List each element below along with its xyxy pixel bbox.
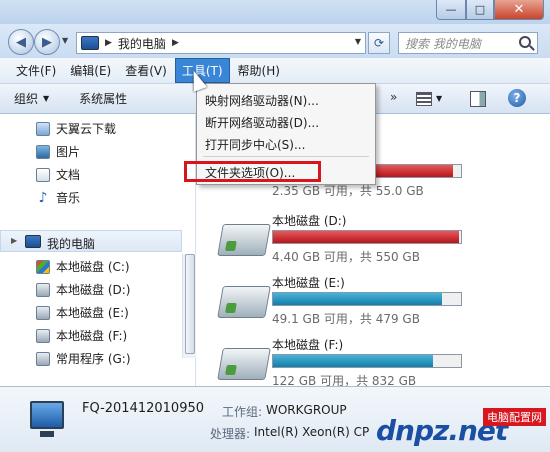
nav-item-label: 本地磁盘 (D:) [56, 283, 131, 297]
drive-tile-d[interactable]: 本地磁盘 (D:) 4.40 GB 可用，共 550 GB [216, 212, 516, 272]
watermark-badge: 电脑配置网 [483, 408, 546, 426]
nav-item-label: 图片 [56, 145, 81, 159]
maximize-button[interactable]: □ [466, 0, 494, 20]
forward-button[interactable]: ▶ [34, 29, 60, 55]
chevron-down-icon[interactable]: ▼ [436, 94, 442, 103]
nav-drive-e[interactable]: 本地磁盘 (E:) [36, 304, 129, 321]
search-icon[interactable] [519, 36, 531, 48]
nav-item-label: 本地磁盘 (C:) [56, 260, 130, 274]
nav-item-label: 音乐 [56, 191, 81, 205]
arrow-left-icon: ◀ [16, 34, 26, 50]
drive-usage-fill [273, 293, 443, 305]
nav-item-label: 本地磁盘 (F:) [56, 329, 128, 343]
computer-icon [81, 36, 99, 50]
nav-item-label: 天翼云下载 [56, 122, 117, 136]
expand-arrow-icon[interactable]: ▶ [11, 236, 17, 245]
back-button[interactable]: ◀ [8, 29, 34, 55]
workgroup-label: 工作组: [222, 405, 263, 419]
drive-usage-fill [273, 355, 433, 367]
nav-item-label: 本地磁盘 (E:) [56, 306, 129, 320]
menu-view[interactable]: 查看(V) [119, 59, 173, 82]
nav-scrollbar[interactable] [182, 254, 196, 358]
refresh-icon: ⟳ [373, 36, 385, 50]
menu-help[interactable]: 帮助(H) [232, 59, 286, 82]
nav-item-cloud-download[interactable]: 天翼云下载 [36, 120, 116, 137]
drive-tile-e[interactable]: 本地磁盘 (E:) 49.1 GB 可用，共 479 GB [216, 274, 516, 334]
chevron-right-icon[interactable]: ▶ [172, 38, 179, 48]
menu-item-disconnect-network-drive[interactable]: 断开网络驱动器(D)... [205, 114, 319, 131]
documents-icon [36, 167, 50, 182]
nav-drive-f[interactable]: 本地磁盘 (F:) [36, 327, 127, 344]
address-row: ◀ ▶ ▼ ▶ 我的电脑 ▶ ▼ ⟳ 搜索 我的电脑 [0, 24, 550, 58]
search-placeholder: 搜索 我的电脑 [405, 36, 481, 51]
drive-usage-bar [272, 354, 462, 368]
organize-label: 组织 [14, 92, 39, 106]
search-input[interactable]: 搜索 我的电脑 [398, 32, 538, 54]
music-icon: ♪ [38, 189, 48, 206]
drive-icon [36, 351, 50, 366]
nav-drive-g[interactable]: 常用程序 (G:) [36, 350, 131, 367]
computer-icon [25, 235, 41, 248]
arrow-right-icon: ▶ [42, 34, 52, 50]
nav-item-label: 文档 [56, 168, 81, 182]
drive-name: 本地磁盘 (F:) [272, 338, 344, 352]
watermark: dnpz.net 电脑配置网 [376, 408, 546, 452]
scrollbar-thumb[interactable] [185, 254, 195, 354]
drive-usage-fill [273, 231, 460, 243]
menu-bar: 文件(F) 编辑(E) 查看(V) 工具(T) 帮助(H) [0, 58, 550, 84]
address-bar[interactable]: ▶ 我的电脑 ▶ ▼ [76, 32, 366, 54]
nav-drive-c[interactable]: 本地磁盘 (C:) [36, 258, 130, 275]
nav-drive-d[interactable]: 本地磁盘 (D:) [36, 281, 130, 298]
preview-pane-icon[interactable] [470, 91, 486, 107]
organize-button[interactable]: 组织 ▼ [14, 90, 49, 107]
navigation-pane: 天翼云下载 图片 文档 ♪ 音乐 ▶ 我的电脑 本地磁盘 (C:) 本地磁盘 (D… [0, 114, 196, 386]
hard-drive-icon [217, 286, 271, 318]
drive-icon [36, 305, 50, 320]
menu-item-open-sync-center[interactable]: 打开同步中心(S)... [205, 136, 305, 153]
system-properties-button[interactable]: 系统属性 [79, 90, 127, 107]
hard-drive-icon [217, 348, 271, 380]
close-button[interactable]: ✕ [494, 0, 544, 20]
drive-icon [36, 282, 50, 297]
hard-drive-icon [217, 224, 271, 256]
chevron-right-icon[interactable]: ▶ [105, 38, 112, 48]
workgroup-value: WORKGROUP [266, 403, 347, 417]
chevron-down-icon[interactable]: ▼ [355, 37, 361, 46]
pictures-icon [36, 144, 50, 159]
nav-item-label: 常用程序 (G:) [56, 352, 131, 366]
nav-item-label: 我的电脑 [47, 237, 96, 251]
drive-usage-bar [272, 292, 462, 306]
drive-usage-bar [272, 230, 462, 244]
nav-item-documents[interactable]: 文档 [36, 166, 80, 183]
refresh-button[interactable]: ⟳ [368, 32, 390, 54]
drive-space-info: 49.1 GB 可用，共 479 GB [272, 312, 420, 326]
menu-edit[interactable]: 编辑(E) [64, 59, 117, 82]
chevron-down-icon: ▼ [43, 94, 50, 103]
drive-icon [36, 328, 50, 343]
menu-file[interactable]: 文件(F) [10, 59, 62, 82]
drive-name: 本地磁盘 (D:) [272, 214, 347, 228]
download-folder-icon [36, 121, 50, 136]
windows-drive-icon [36, 259, 50, 274]
drive-space-info: 4.40 GB 可用，共 550 GB [272, 250, 420, 264]
folder-options-highlight [184, 161, 321, 182]
cpu-value: Intel(R) Xeon(R) CP [254, 425, 370, 439]
recent-pages-dropdown[interactable]: ▼ [62, 36, 68, 45]
monitor-icon [30, 401, 64, 437]
nav-item-pictures[interactable]: 图片 [36, 143, 80, 160]
minimize-button[interactable]: — [436, 0, 466, 20]
drive-name: 本地磁盘 (E:) [272, 276, 345, 290]
computer-name: FQ-201412010950 [82, 401, 205, 416]
nav-item-music[interactable]: ♪ 音乐 [36, 189, 80, 206]
address-location[interactable]: 我的电脑 [118, 35, 166, 52]
more-commands-button[interactable]: » [390, 90, 397, 104]
nav-item-my-computer[interactable]: ▶ 我的电脑 [0, 230, 182, 252]
menu-item-map-network-drive[interactable]: 映射网络驱动器(N)... [205, 92, 319, 109]
view-options-icon[interactable] [416, 92, 432, 106]
help-icon[interactable]: ? [508, 89, 526, 107]
menu-separator [203, 156, 369, 157]
cpu-label: 处理器: [210, 427, 251, 441]
